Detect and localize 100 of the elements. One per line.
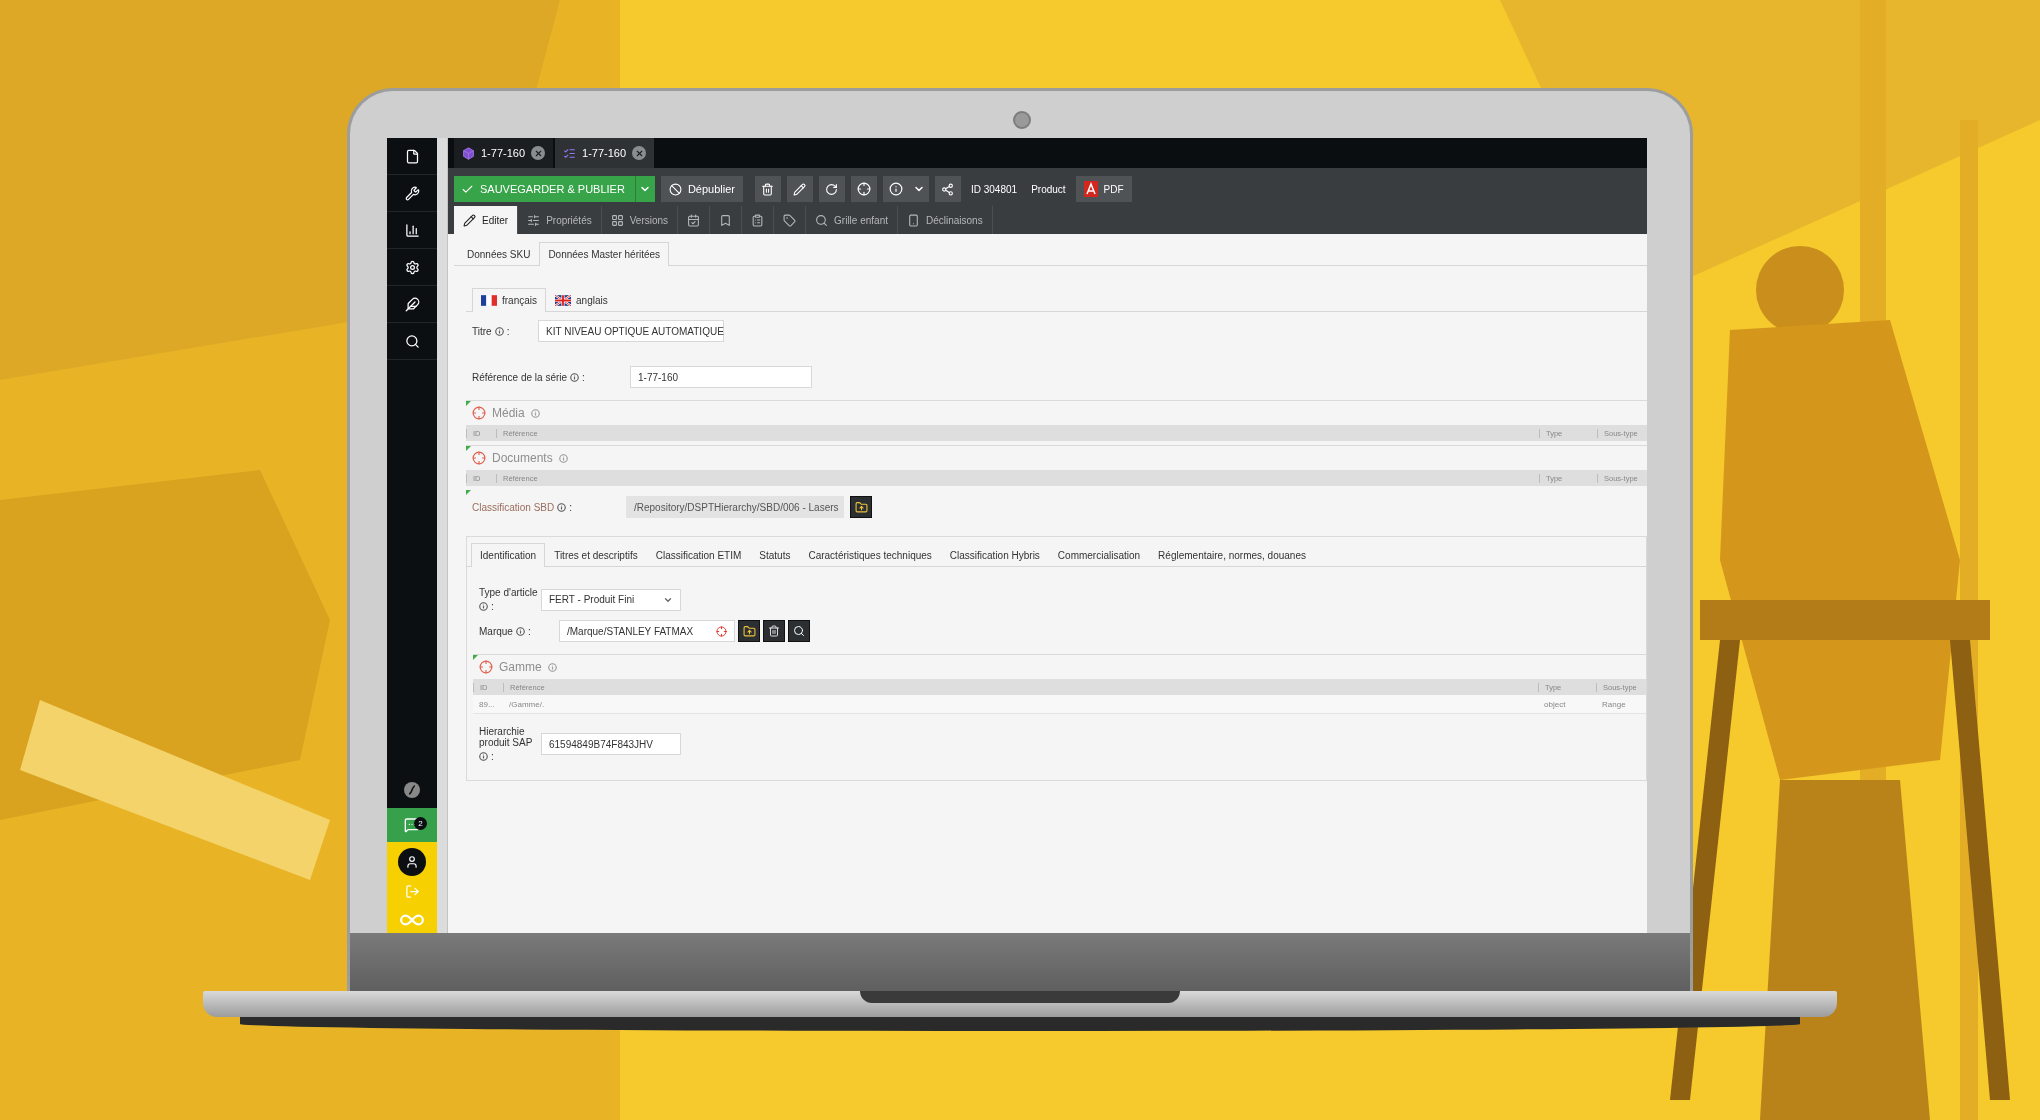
section-tab[interactable]: Commercialisation [1048, 543, 1150, 567]
table-cell-text: object [1543, 699, 1567, 709]
user-button[interactable] [398, 848, 426, 876]
pdf-icon [1083, 181, 1098, 197]
reload-button[interactable] [818, 176, 845, 202]
bar-chart-icon[interactable] [404, 222, 420, 238]
search-icon [815, 213, 829, 227]
language-tab[interactable]: français [472, 288, 546, 312]
view-tab[interactable]: Editer [454, 206, 519, 234]
settings-icon[interactable] [404, 259, 420, 275]
title-field[interactable]: KIT NIVEAU OPTIQUE AUTOMATIQUE [538, 320, 724, 342]
field-label: Titre [472, 325, 492, 337]
crosshair-icon[interactable] [479, 660, 493, 674]
data-tab[interactable]: Données Master héritées [539, 242, 670, 266]
chat-icon [404, 817, 420, 833]
info-icon [479, 752, 488, 761]
search-button[interactable] [788, 620, 810, 642]
clipboard-icon [751, 213, 765, 227]
share-button[interactable] [934, 176, 961, 202]
info-icon [494, 326, 504, 336]
edit-button[interactable] [786, 176, 813, 202]
locate-button[interactable] [850, 176, 877, 202]
section-tab[interactable]: Identification [471, 543, 546, 567]
info-button[interactable] [882, 176, 909, 202]
close-icon[interactable] [531, 146, 546, 160]
bookmark-icon [719, 213, 733, 227]
table-cell-text: /Gamme/. [508, 699, 546, 709]
table-cell-text: 89... [478, 699, 496, 709]
type-label: Product [1030, 183, 1067, 195]
flag-icon [481, 295, 497, 306]
chat-button[interactable]: 2 [387, 808, 437, 842]
dropdown-button[interactable] [908, 176, 929, 202]
crosshair-icon[interactable] [472, 406, 486, 420]
grid-icon [610, 213, 624, 227]
brand-field[interactable]: /Marque/STANLEY FATMAX [559, 620, 735, 642]
view-tab[interactable]: Versions [601, 206, 679, 234]
panel-title: Média [492, 406, 525, 420]
crosshair-icon [856, 182, 871, 196]
cube-icon [462, 146, 475, 160]
dropdown-button[interactable] [634, 176, 655, 202]
field-label: Marque [479, 625, 513, 637]
feather-icon[interactable] [404, 296, 420, 312]
delete-button[interactable] [763, 620, 785, 642]
sliders-icon [527, 213, 541, 227]
trash-icon [768, 625, 780, 637]
wrench-icon[interactable] [404, 185, 420, 201]
tab-label: 1-77-160 [481, 147, 526, 159]
panel-title: Documents [492, 451, 553, 465]
field-label: Référence de la série [472, 371, 568, 383]
unpublish-button[interactable]: Dépublier [660, 176, 743, 202]
delete-button[interactable] [754, 176, 781, 202]
document-tab[interactable]: 1-77-160 [555, 138, 655, 168]
folder-button[interactable] [850, 496, 872, 518]
info-icon [570, 372, 580, 382]
phone-icon [907, 213, 920, 227]
panel-title: Gamme [499, 660, 542, 674]
view-tab[interactable]: Propriétés [518, 206, 602, 234]
info-icon [888, 182, 903, 196]
share-icon [941, 182, 955, 196]
series-field[interactable]: 1-77-160 [630, 366, 812, 388]
info-icon [515, 626, 525, 636]
section-tab[interactable]: Statuts [750, 543, 800, 567]
section-tab[interactable]: Caractéristiques techniques [799, 543, 941, 567]
pdf-button[interactable]: PDF [1075, 176, 1132, 202]
view-tab[interactable]: Grille enfant [806, 206, 898, 234]
close-icon[interactable] [632, 146, 647, 160]
view-tab[interactable]: Déclinaisons [898, 206, 993, 234]
list-icon [563, 146, 577, 160]
search-icon[interactable] [404, 333, 420, 349]
info-icon [547, 662, 557, 672]
ban-icon [668, 182, 682, 196]
field-label: Classification SBD [472, 501, 555, 513]
field-label: Hierarchie produit SAP [479, 726, 534, 748]
collapse-handle[interactable] [437, 138, 448, 933]
section-tab[interactable]: Classification Hybris [940, 543, 1049, 567]
label-colon: : [491, 751, 494, 762]
language-tab[interactable]: anglais [546, 288, 617, 312]
document-icon[interactable] [404, 148, 420, 164]
section-tab[interactable]: Réglementaire, normes, douanes [1149, 543, 1315, 567]
field-label: Type d'article [479, 587, 538, 598]
notification-badge: 2 [414, 817, 427, 830]
label-colon: : [491, 601, 494, 612]
section-tab[interactable]: Titres et descriptifs [545, 543, 647, 567]
crosshair-icon [716, 625, 727, 637]
document-tab[interactable]: 1-77-160 [454, 138, 554, 168]
section-tab[interactable]: Classification ETIM [646, 543, 751, 567]
pencil-icon [793, 182, 807, 196]
sap-field[interactable]: 61594849B74F843JHV [541, 733, 681, 755]
article-type-select[interactable]: FERT - Produit Fini [541, 588, 681, 611]
folder-icon [854, 500, 868, 514]
data-tab[interactable]: Données SKU [458, 242, 540, 266]
label-colon: : [527, 625, 531, 637]
crosshair-icon[interactable] [472, 451, 486, 465]
tag-icon [783, 213, 797, 227]
tab-label: 1-77-160 [582, 147, 627, 159]
folder-button[interactable] [738, 620, 760, 642]
logo-icon[interactable] [403, 781, 421, 799]
info-icon [558, 453, 568, 463]
search-icon [793, 625, 805, 637]
user-icon [405, 855, 419, 869]
